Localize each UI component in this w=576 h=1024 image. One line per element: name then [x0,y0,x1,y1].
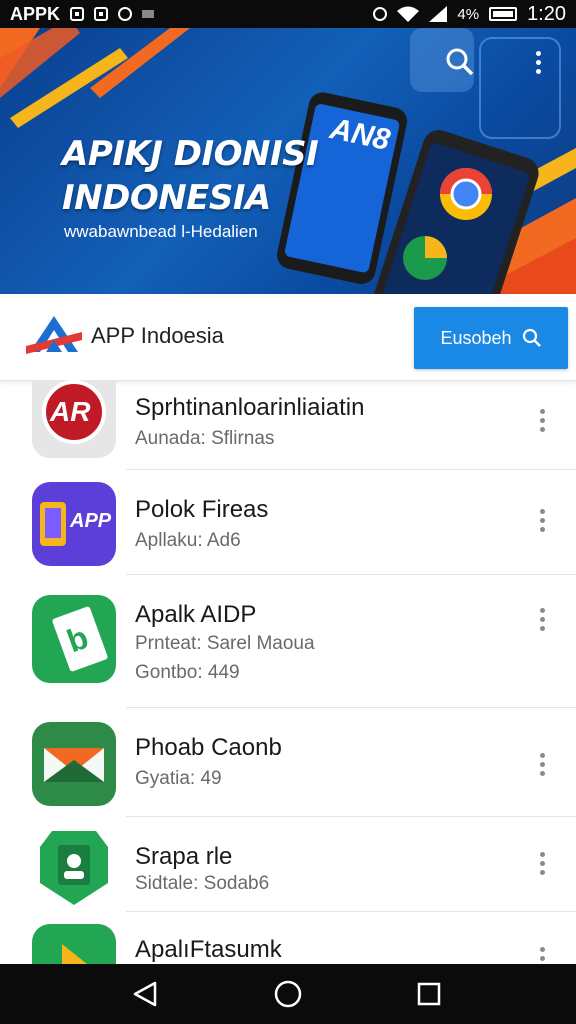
more-vert-icon [535,50,541,74]
item-menu-button[interactable] [528,502,556,538]
hero-title: APIKJ DIONISI INDONESIA [62,134,319,218]
list-item-title: Apalk AIDP [135,601,257,628]
wifi-icon [397,6,420,22]
search-icon-button[interactable] [440,42,480,82]
hero-banner: AN8 APIKJ DIONISI INDONESIA wwabawnbead … [0,28,576,294]
list-item[interactable]: b Apalk AIDP Prnteat: Sarel Maoua Gontbo… [0,575,576,707]
list-item[interactable]: Phoab Caonb Gyatia: 49 [0,708,576,816]
back-icon[interactable] [131,980,159,1008]
sim-icon [94,7,109,21]
list-item[interactable]: Srapa rle Sidtale: Sodab6 [0,817,576,911]
list-item[interactable]: APP Polok Fireas Apllaku: Ad6 [0,470,576,574]
green-shield-icon [40,831,108,905]
list-item-subtitle: Apllaku: Ad6 [135,530,241,551]
screenshot-icon [142,10,155,18]
signal-icon [429,6,448,22]
list-item-title: Phoab Caonb [135,734,282,761]
home-icon[interactable] [273,979,303,1009]
item-menu-button[interactable] [528,746,556,782]
list-item-subtitle: Prnteat: Sarel Maoua [135,633,315,654]
alarm-icon [373,7,388,21]
apk-red-icon: AR [32,380,116,458]
list-item-title: ApalıFtasumk [135,936,282,963]
item-menu-button[interactable] [528,601,556,637]
carrier-label: APPK [10,3,61,24]
list-item-subtitle: Sidtale: Sodab6 [135,873,270,894]
search-button[interactable]: Eusobeh [414,307,568,369]
item-menu-button[interactable] [528,402,556,438]
navigation-bar [0,964,576,1024]
item-menu-button[interactable] [528,940,556,964]
mail-green-icon [32,722,116,806]
battery-icon [489,7,518,21]
overflow-menu-button[interactable] [518,42,558,82]
status-bar: APPK 4% 1:20 [0,0,576,28]
green-b-icon: b [32,595,116,683]
app-name: APP Indoesia [91,323,224,348]
list-item-title: Polok Fireas [135,496,269,523]
search-button-label: Eusobeh [440,327,512,348]
clock: 1:20 [527,2,566,25]
list-item-title: Srapa rle [135,843,233,870]
battery-percent: 4% [457,5,480,23]
item-menu-button[interactable] [528,845,556,881]
recents-icon[interactable] [416,981,442,1007]
list-item-detail: Gontbo: 449 [135,662,240,683]
list-item-subtitle: Aunada: Sflirnas [135,428,275,449]
app-purple-icon: APP [32,482,116,566]
search-icon [522,328,541,347]
multicolor-icon [32,924,116,964]
list-item-title: Sprhtinanloarinliaiatin [135,394,365,421]
list-item[interactable]: ApalıFtasumk [0,912,576,964]
list-item-subtitle: Gyatia: 49 [135,768,222,789]
app-logo-icon [26,316,82,354]
sync-icon [118,7,133,21]
hero-subtitle: wwabawnbead l-Hedalien [64,222,258,241]
search-icon [446,48,474,76]
gallery-icon [70,7,85,21]
list-item[interactable]: AR Sprhtinanloarinliaiatin Aunada: Sflir… [0,380,576,470]
